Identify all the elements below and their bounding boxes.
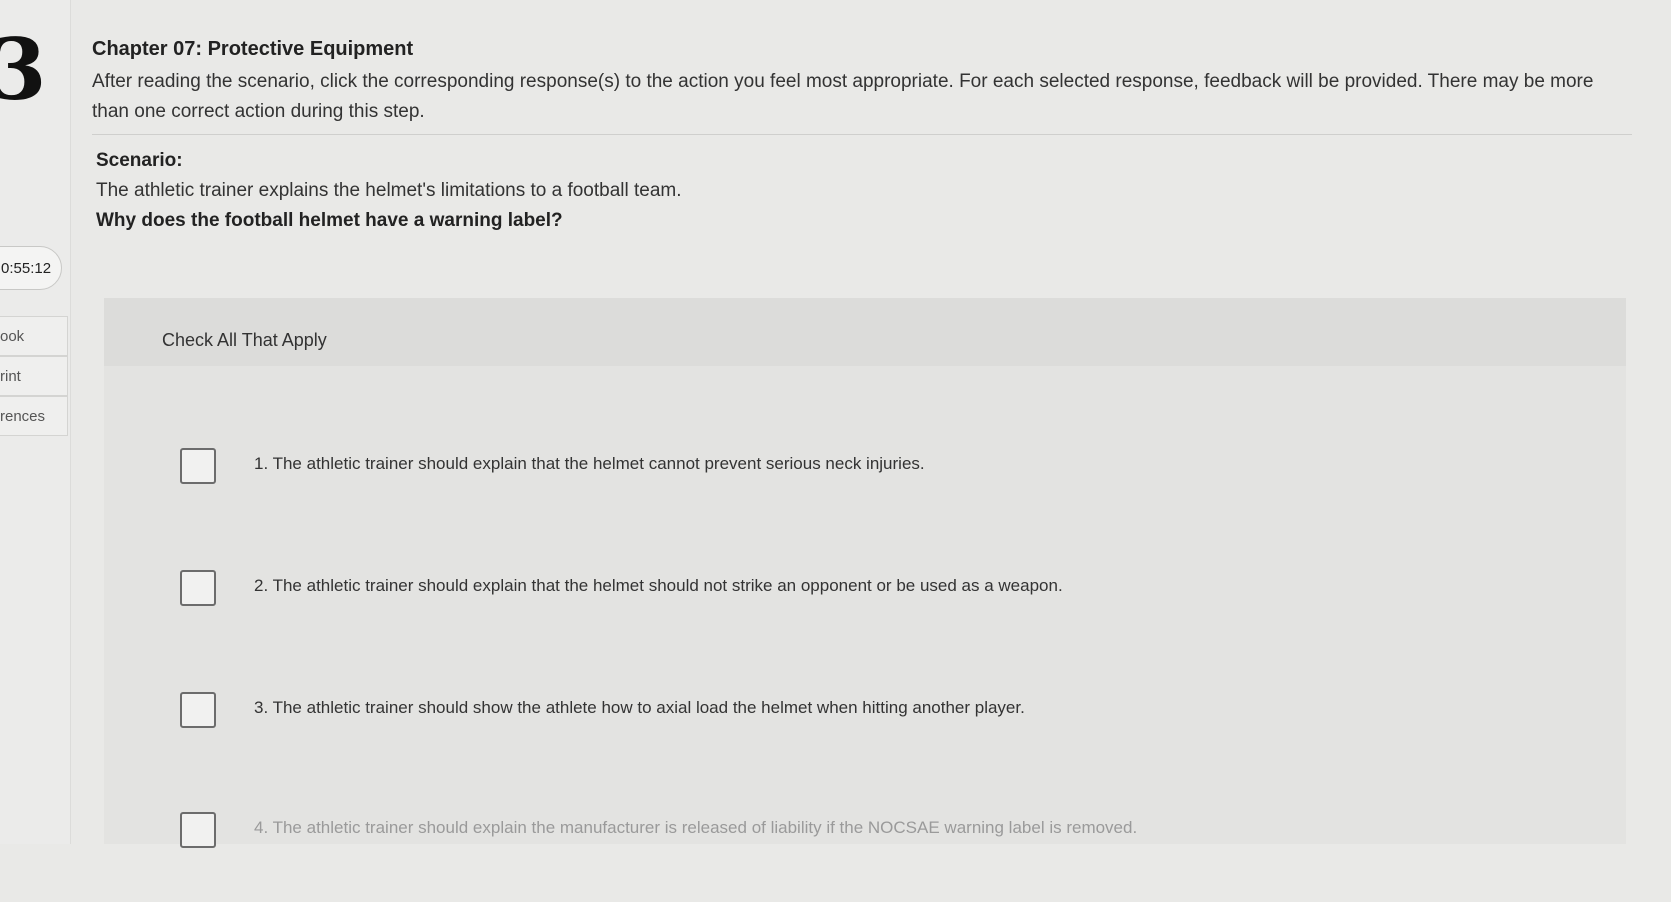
sidebar-link-references[interactable]: rences [0, 396, 68, 436]
scenario-text: The athletic trainer explains the helmet… [96, 180, 682, 201]
scenario-heading: Scenario: [96, 150, 183, 171]
scenario-section: Scenario: The athletic trainer explains … [96, 150, 1296, 232]
check-all-label: Check All That Apply [162, 330, 327, 350]
chapter-title: Chapter 07: Protective Equipment [92, 38, 414, 60]
answer-text-3[interactable]: 3. The athletic trainer should show the … [254, 698, 1025, 718]
sidebar-link-print[interactable]: rint [0, 356, 68, 396]
sidebar-link-ebook[interactable]: ook [0, 316, 68, 356]
left-sidebar: 3 0:55:12 ook rint rences [0, 0, 71, 844]
answer-text-1[interactable]: 1. The athletic trainer should explain t… [254, 454, 925, 474]
answer-text-2[interactable]: 2. The athletic trainer should explain t… [254, 576, 1063, 596]
timer-badge: 0:55:12 [0, 246, 62, 290]
answer-checkbox-3[interactable] [180, 692, 216, 728]
header-divider [92, 134, 1632, 135]
answer-text-4[interactable]: 4. The athletic trainer should explain t… [254, 818, 1137, 838]
answer-checkbox-1[interactable] [180, 448, 216, 484]
answer-option-2[interactable]: 2. The athletic trainer should explain t… [104, 570, 1626, 660]
logo: 3 [0, 20, 47, 119]
instructions-text: After reading the scenario, click the co… [92, 71, 1594, 122]
answer-option-3[interactable]: 3. The athletic trainer should show the … [104, 692, 1626, 782]
question-text: Why does the football helmet have a warn… [96, 210, 563, 231]
answer-checkbox-4[interactable] [180, 812, 216, 848]
question-header: Chapter 07: Protective Equipment After r… [92, 38, 1632, 127]
answer-checkbox-2[interactable] [180, 570, 216, 606]
answer-option-4[interactable]: 4. The athletic trainer should explain t… [104, 812, 1626, 902]
answer-option-1[interactable]: 1. The athletic trainer should explain t… [104, 448, 1626, 538]
answer-panel-header: Check All That Apply [104, 298, 1626, 366]
answer-panel: Check All That Apply 1. The athletic tra… [104, 298, 1626, 848]
